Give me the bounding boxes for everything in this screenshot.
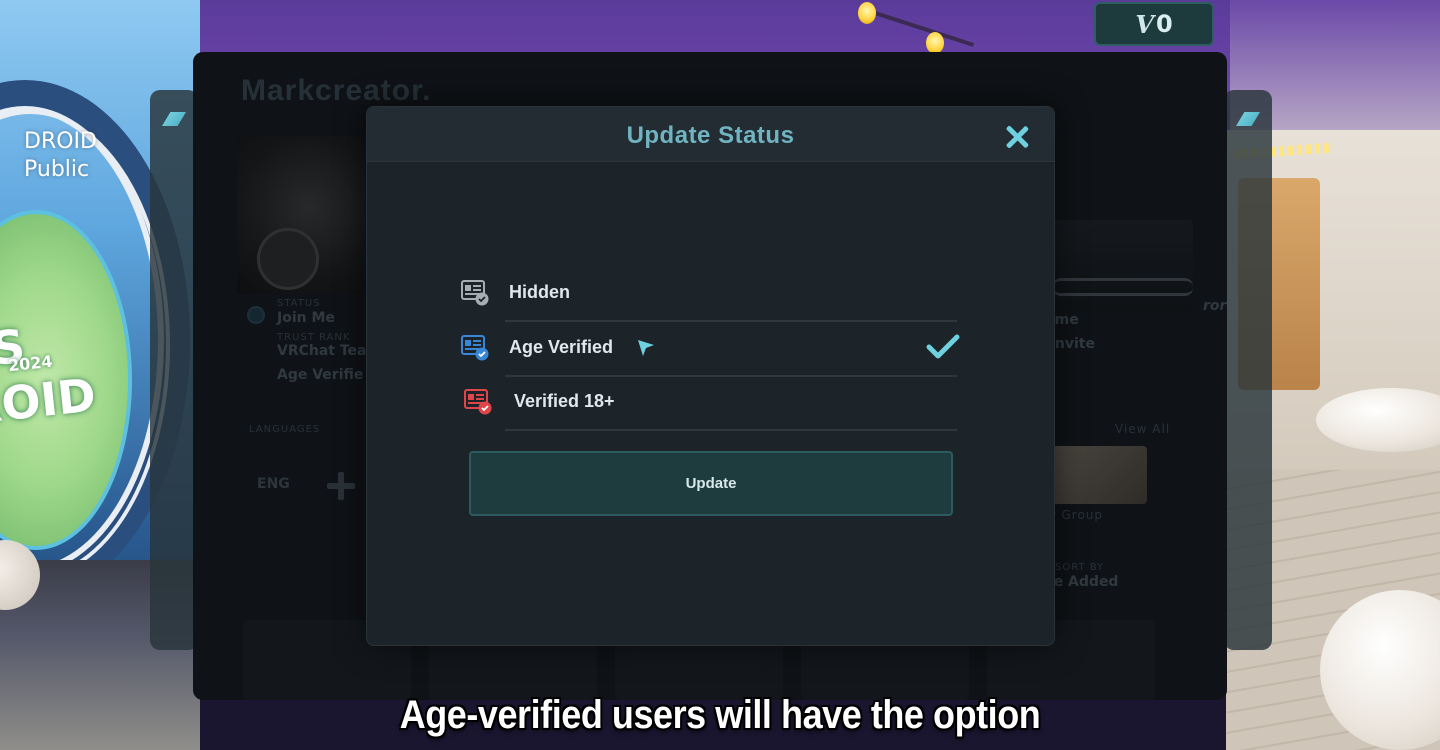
- status-option-age-verified[interactable]: Age Verified: [457, 323, 965, 377]
- status-option-hidden[interactable]: Hidden: [457, 268, 965, 322]
- rank-label: TRUST RANK: [277, 332, 351, 343]
- divider: [505, 429, 957, 431]
- avatar: [237, 136, 367, 294]
- credits-icon: V: [1135, 9, 1154, 39]
- status-option-verified-18[interactable]: Verified 18+: [457, 377, 965, 431]
- dialog-title: Update Status: [626, 122, 795, 149]
- instance-sign-line1: DROID: [24, 129, 97, 154]
- id-card-blue-icon: [461, 335, 489, 361]
- option-label: Verified 18+: [514, 391, 615, 411]
- right-name: ror: [1203, 298, 1227, 314]
- instance-sign: DROID Public: [24, 128, 97, 184]
- side-panel-left: [150, 90, 198, 650]
- language-item: ENG: [257, 476, 290, 492]
- id-card-red-icon: [464, 389, 492, 415]
- light-bulb: [858, 2, 876, 24]
- status-value: Join Me: [277, 310, 335, 326]
- languages-label: LANGUAGES: [249, 424, 321, 435]
- pointer-cursor-icon: [637, 339, 655, 357]
- credits-amount: 0: [1155, 10, 1173, 38]
- status-label: STATUS: [277, 298, 321, 309]
- checkmark-icon: [926, 333, 960, 361]
- divider: [505, 320, 957, 322]
- status-dot-icon: [247, 306, 265, 324]
- id-card-gray-icon: [461, 280, 489, 306]
- dialog-header: Update Status: [367, 107, 1054, 162]
- group-thumbnail[interactable]: [1047, 446, 1147, 504]
- sort-label: SORT BY: [1055, 562, 1105, 573]
- video-caption: Age-verified users will have the option: [399, 693, 1041, 737]
- vrchat-icon: [1236, 112, 1260, 126]
- update-status-dialog: Update Status Hidden Age Verified Verifi…: [366, 106, 1055, 646]
- vrchat-icon: [162, 112, 186, 126]
- close-icon[interactable]: [1004, 124, 1030, 150]
- world-thumbnail[interactable]: [1053, 220, 1193, 312]
- world-hex: [1053, 278, 1193, 296]
- option-label: Age Verified: [509, 337, 614, 357]
- instance-sign-line2: Public: [24, 157, 90, 182]
- sort-value[interactable]: te Added: [1047, 574, 1118, 590]
- profile-name: Markcreator.: [241, 74, 432, 107]
- rank-value: VRChat Tea: [277, 343, 367, 359]
- vrc-credits-balance[interactable]: V 0: [1094, 2, 1214, 46]
- update-button[interactable]: Update: [469, 451, 953, 516]
- side-panel-right: [1224, 90, 1272, 650]
- disc-text: A ES ROID: [0, 318, 99, 435]
- option-label: Hidden: [509, 282, 570, 302]
- age-verified-value: Age Verifie: [277, 367, 364, 383]
- add-language-icon[interactable]: [327, 472, 355, 500]
- light-bulb: [926, 32, 944, 54]
- view-all-link[interactable]: View All: [1115, 422, 1170, 436]
